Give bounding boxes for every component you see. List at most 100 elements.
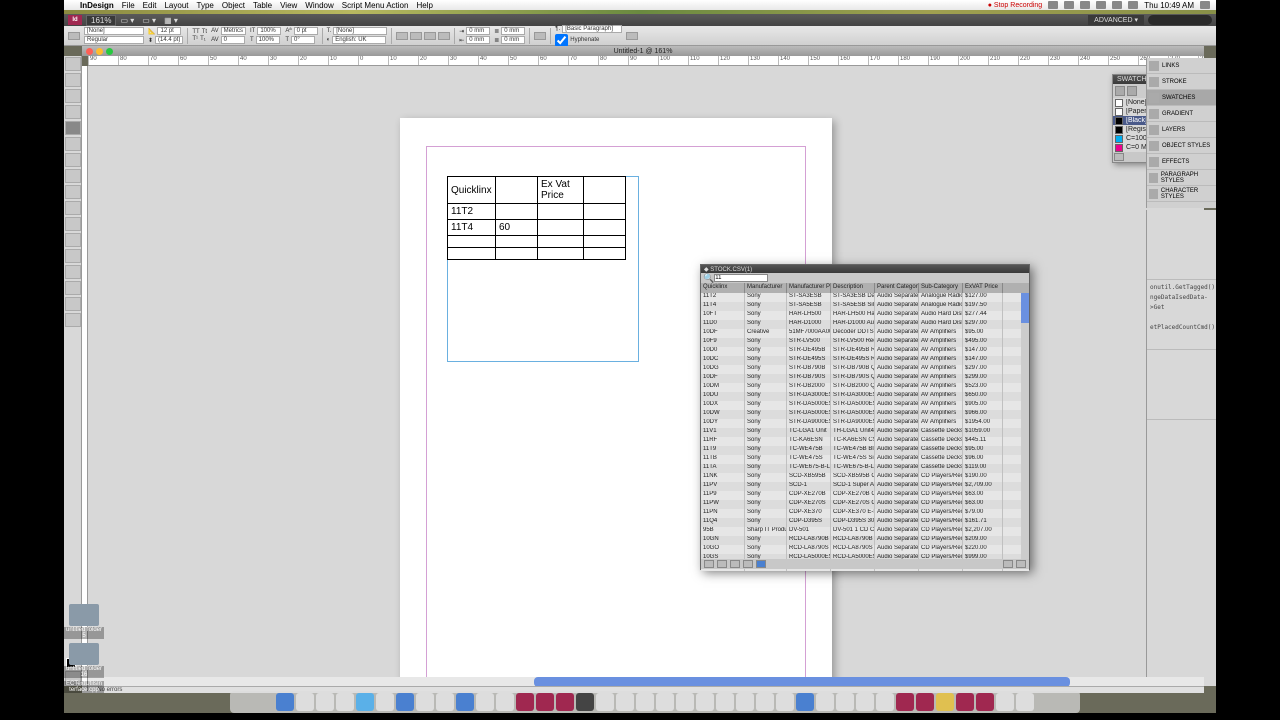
hand-tool[interactable]	[65, 297, 81, 311]
baseline-grid-icon[interactable]	[626, 32, 638, 40]
data-row[interactable]: 11T2SonyST-SA3ESBST-SA3ESB Dark…Audio Se…	[701, 293, 1029, 302]
dock-app-icon[interactable]	[496, 693, 514, 711]
data-row[interactable]: 10DGSonySTR-DB790BSTR-DB790B QS…Audio Se…	[701, 365, 1029, 374]
align-center-icon[interactable]	[410, 32, 422, 40]
dock-app-icon[interactable]	[316, 693, 334, 711]
vscale[interactable]: 100%	[257, 27, 281, 35]
dock-app-icon[interactable]	[656, 693, 674, 711]
trash-icon[interactable]	[1016, 693, 1034, 711]
panel-dock-item[interactable]: LINKS	[1147, 58, 1216, 74]
panel-dock-item[interactable]: STROKE	[1147, 74, 1216, 90]
col-header[interactable]: Quicklinx	[701, 283, 745, 293]
indesign-icon[interactable]	[536, 693, 554, 711]
indesign-icon[interactable]	[956, 693, 974, 711]
terminal-icon[interactable]	[576, 693, 594, 711]
indesign-icon[interactable]	[916, 693, 934, 711]
menu-table[interactable]: Table	[253, 1, 272, 10]
filter-icon[interactable]	[756, 560, 766, 568]
dock-app-icon[interactable]	[336, 693, 354, 711]
space-before[interactable]: 0 mm	[501, 27, 525, 35]
dock-app-icon[interactable]	[616, 693, 634, 711]
menu-script[interactable]: Script Menu Action	[342, 1, 409, 10]
view-options[interactable]: ▭ ▾	[120, 16, 134, 25]
stop-recording[interactable]: ● Stop Recording	[988, 2, 1042, 9]
dock-app-icon[interactable]	[676, 693, 694, 711]
panel-dock-item[interactable]: GRADIENT	[1147, 106, 1216, 122]
data-row[interactable]: 11RFSonyTC-KA6ESNTC-KA6ESN CS-Ca…Audio S…	[701, 437, 1029, 446]
font-style[interactable]: Regular	[84, 36, 144, 44]
close-button[interactable]	[86, 48, 93, 55]
data-row[interactable]: 11TASonyTC-WE675-B-LimTC-WE675-B-Lim…Aud…	[701, 464, 1029, 473]
dock-app-icon[interactable]	[836, 693, 854, 711]
type-tool[interactable]	[65, 121, 81, 135]
col-header[interactable]: Manufacturer Part	[787, 283, 831, 293]
leading[interactable]: (14.4 pt)	[155, 36, 183, 44]
direct-selection-tool[interactable]	[65, 73, 81, 87]
stroke-icon[interactable]	[1127, 86, 1137, 96]
panel-dock-item[interactable]: SWATCHES	[1147, 90, 1216, 106]
data-row[interactable]: 11P9SonyCDP-XE270BCDP-XE270B C-Li…Audio …	[701, 491, 1029, 500]
language[interactable]: English: UK	[332, 36, 386, 44]
data-row[interactable]: 11Q4SonyCDP-D395SCDP-D395S 300:…Audio Se…	[701, 518, 1029, 527]
scissors-tool[interactable]	[65, 217, 81, 231]
hscale[interactable]: 100%	[256, 36, 280, 44]
vertical-scrollbar[interactable]	[1021, 293, 1029, 559]
dock-app-icon[interactable]	[776, 693, 794, 711]
data-row[interactable]: 10DFCreative51MF7000AA001Decoder DDTS-10…	[701, 329, 1029, 338]
panel-dock-item[interactable]: CHARACTER STYLES	[1147, 186, 1216, 202]
col-header[interactable]: Description	[831, 283, 875, 293]
folder-icon[interactable]	[69, 604, 99, 626]
dock-app-icon[interactable]	[796, 693, 814, 711]
link-icon[interactable]	[743, 560, 753, 568]
ichat-icon[interactable]	[396, 693, 414, 711]
menubar-clock[interactable]: Thu 10:49 AM	[1144, 1, 1194, 10]
font-size[interactable]: 12 pt	[157, 27, 181, 35]
prev-icon[interactable]	[1003, 560, 1013, 568]
data-row[interactable]: 11NKSonySCD-XB595BSCD-XB595B CD…Audio Se…	[701, 473, 1029, 482]
panel-dock-item[interactable]: EFFECTS	[1147, 154, 1216, 170]
dock-app-icon[interactable]	[696, 693, 714, 711]
panel-dock-item[interactable]: LAYERS	[1147, 122, 1216, 138]
char-style[interactable]: [None]	[333, 27, 387, 35]
screen-mode[interactable]: ▭ ▾	[142, 16, 156, 25]
align-left-icon[interactable]	[396, 32, 408, 40]
data-row[interactable]: 10D0SonySTR-DE495BSTR-DE495B Rec…Audio S…	[701, 347, 1029, 356]
skew[interactable]: 0°	[291, 36, 315, 44]
dock-app-icon[interactable]	[596, 693, 614, 711]
tray-icon[interactable]	[1080, 1, 1090, 9]
data-row[interactable]: 11T9SonyTC-WE475BTC-WE475B Black…Audio S…	[701, 446, 1029, 455]
swatch-menu-icon[interactable]	[1114, 153, 1124, 161]
zoom-level[interactable]: 161%	[86, 15, 116, 26]
dock-app-icon[interactable]	[856, 693, 874, 711]
data-row[interactable]: 11PVSonySCD-1SCD-1 Super Audi…Audio Sepa…	[701, 482, 1029, 491]
data-row[interactable]: 10F9SonySTR-LV500STR-LV500 ReceiverAudio…	[701, 338, 1029, 347]
data-row[interactable]: 10DCSonySTR-DE495SSTR-DE495S Rec…Audio S…	[701, 356, 1029, 365]
edit-icon[interactable]	[704, 560, 714, 568]
data-row[interactable]: 11V1SonyTC-LGA1 UnitTH-LGA1 Unit4…Audio …	[701, 428, 1029, 437]
indent-right[interactable]: 0 mm	[466, 36, 490, 44]
tracking[interactable]: 0	[221, 36, 245, 44]
spotlight-icon[interactable]	[1200, 1, 1210, 9]
space-after[interactable]: 0 mm	[501, 36, 525, 44]
data-row[interactable]: 10DMSonySTR-DB2000STR-DB2000 QS…Audio Se…	[701, 383, 1029, 392]
dock-app-icon[interactable]	[436, 693, 454, 711]
col-header[interactable]: Sub-Category	[919, 283, 963, 293]
data-row[interactable]: 11T4SonyST-SA5ESBST-SA5ESB Silv…Audio Se…	[701, 302, 1029, 311]
app-menu[interactable]: InDesign	[80, 1, 114, 10]
gap-tool[interactable]	[65, 105, 81, 119]
folder-icon[interactable]	[69, 643, 99, 665]
data-row[interactable]: 11PNSonyCDP-XE370CDP-XE370 E-Lim…Audio S…	[701, 509, 1029, 518]
dock-app-icon[interactable]	[996, 693, 1014, 711]
panel-title[interactable]: ◆ STOCK.CSV(1)	[701, 265, 1029, 273]
dock-app-icon[interactable]	[736, 693, 754, 711]
pages-thumb[interactable]	[1147, 210, 1216, 280]
pencil-tool[interactable]	[65, 169, 81, 183]
data-row[interactable]: 10DWSonySTR-DA5000ESSSTR-DA5000ESSAudio …	[701, 410, 1029, 419]
kerning[interactable]: Metrics	[221, 27, 246, 35]
data-row[interactable]: 11TBSonyTC-WE475STC-WE475S Silve…Audio S…	[701, 455, 1029, 464]
finder-icon[interactable]	[276, 693, 294, 711]
table-header[interactable]	[496, 177, 538, 204]
bullets-icon[interactable]	[534, 32, 546, 40]
indesign-icon[interactable]	[556, 693, 574, 711]
note-tool[interactable]	[65, 265, 81, 279]
